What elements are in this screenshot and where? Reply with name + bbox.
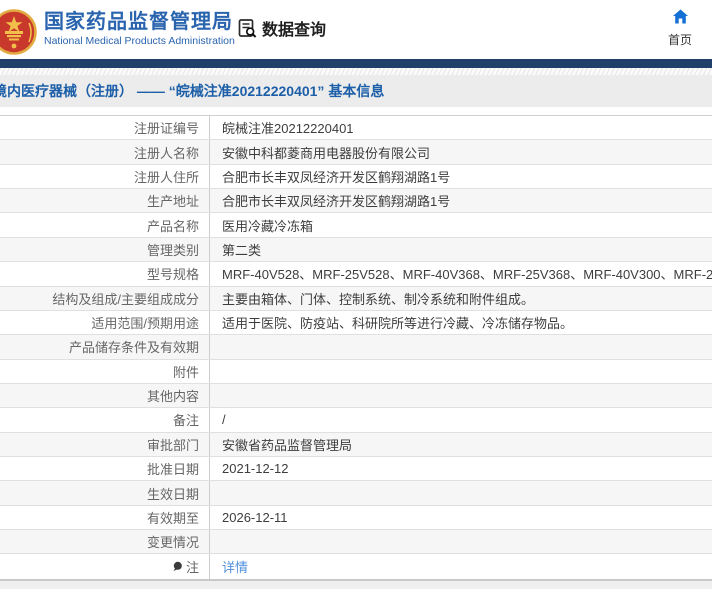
table-row-valid-until: 有效期至 2026-12-11 — [0, 505, 712, 531]
row-value — [210, 335, 712, 358]
row-label: 注册证编号 — [0, 116, 210, 140]
table-row-approval-date: 批准日期 2021-12-12 — [0, 457, 712, 482]
row-value: 2026-12-11 — [222, 509, 288, 525]
table-row-production-address: 生产地址 合肥市长丰双凤经济开发区鹤翔湖路1号 — [0, 189, 712, 214]
row-label: 其他内容 — [0, 383, 210, 408]
footer-band — [0, 579, 712, 589]
home-label: 首页 — [667, 33, 692, 47]
document-search-icon — [238, 18, 257, 38]
note-label-text: 注 — [185, 560, 199, 576]
table-row-structure-composition: 结构及组成/主要组成成分 主要由箱体、门体、控制系统、制冷系统和附件组成。 — [0, 286, 712, 311]
row-label: 批准日期 — [0, 457, 210, 481]
table-row-model-spec: 型号规格 MRF-40V528、MRF-25V528、MRF-40V368、MR… — [0, 262, 712, 287]
table-row-change-status: 变更情况 — [0, 530, 712, 555]
row-value: 第二类 — [222, 242, 262, 258]
table-row-intended-use: 适用范围/预期用途 适用于医院、防疫站、科研院所等进行冷藏、冷冻储存物品。 — [0, 310, 712, 336]
org-name-en: National Medical Products Administration — [44, 35, 235, 47]
row-label: 注册人名称 — [0, 140, 210, 164]
nmpa-logo-link[interactable]: 国家药品监督管理局 National Medical Products Admi… — [0, 0, 235, 59]
table-row-note: 注 详情 — [0, 554, 712, 579]
row-label: 生产地址 — [0, 189, 210, 213]
table-row-management-class: 管理类别 第二类 — [0, 237, 712, 263]
row-label: 注 — [0, 554, 210, 579]
details-link[interactable]: 详情 — [222, 557, 248, 576]
data-query-nav[interactable]: 数据查询 — [237, 16, 326, 40]
row-value — [210, 530, 712, 553]
breadcrumb-band: 境内医疗器械（注册） —— “皖械注准20212220401” 基本信息 — [0, 75, 712, 107]
row-value: 皖械注准20212220401 — [222, 121, 354, 137]
data-query-label: 数据查询 — [262, 22, 327, 39]
note-bubble-icon — [172, 561, 183, 572]
row-value: 医用冷藏冷冻箱 — [222, 218, 314, 234]
table-row-remarks: 备注 / — [0, 408, 712, 433]
row-value — [210, 360, 712, 383]
row-label: 备注 — [0, 408, 210, 432]
table-row-effective-date: 生效日期 — [0, 481, 712, 506]
row-label: 变更情况 — [0, 530, 210, 554]
brand-titles: 国家药品监督管理局 National Medical Products Admi… — [44, 11, 235, 48]
row-label: 有效期至 — [0, 505, 210, 530]
row-value: 适用于医院、防疫站、科研院所等进行冷藏、冷冻储存物品。 — [222, 316, 574, 332]
row-label: 结构及组成/主要组成成分 — [0, 286, 210, 310]
org-name-zh: 国家药品监督管理局 — [44, 11, 233, 33]
page-header: 国家药品监督管理局 National Medical Products Admi… — [0, 0, 712, 59]
row-label: 管理类别 — [0, 237, 210, 262]
table-row-registrant-address: 注册人住所 合肥市长丰双凤经济开发区鹤翔湖路1号 — [0, 164, 712, 190]
home-icon — [672, 9, 688, 24]
row-label: 产品名称 — [0, 213, 210, 237]
row-value — [210, 481, 712, 504]
row-value: 主要由箱体、门体、控制系统、制冷系统和附件组成。 — [222, 291, 535, 307]
navy-divider-bar — [0, 59, 712, 68]
row-label: 注册人住所 — [0, 164, 210, 189]
registration-info-table: 注册证编号 皖械注准20212220401 注册人名称 安徽中科都菱商用电器股份… — [0, 115, 712, 580]
row-label: 审批部门 — [0, 432, 210, 457]
row-value: / — [222, 412, 226, 428]
table-row-product-name: 产品名称 医用冷藏冷冻箱 — [0, 213, 712, 238]
row-label: 附件 — [0, 359, 210, 383]
row-value — [210, 384, 712, 407]
hatched-stripe-band — [0, 68, 712, 75]
national-emblem-icon — [0, 8, 37, 55]
home-nav[interactable]: 首页 — [660, 9, 700, 48]
table-row-attachments: 附件 — [0, 359, 712, 384]
spacer — [0, 107, 712, 115]
row-value: 2021-12-12 — [222, 461, 289, 477]
row-value: 合肥市长丰双凤经济开发区鹤翔湖路1号 — [222, 194, 451, 210]
row-value: 安徽中科都菱商用电器股份有限公司 — [222, 145, 431, 161]
breadcrumb: 境内医疗器械（注册） —— “皖械注准20212220401” 基本信息 — [0, 83, 385, 99]
row-label: 型号规格 — [0, 262, 210, 286]
row-value: 合肥市长丰双凤经济开发区鹤翔湖路1号 — [222, 169, 451, 185]
row-label: 生效日期 — [0, 481, 210, 505]
table-row-registrant-name: 注册人名称 安徽中科都菱商用电器股份有限公司 — [0, 140, 712, 165]
table-row-storage-conditions: 产品储存条件及有效期 — [0, 335, 712, 360]
row-value: 安徽省药品监督管理局 — [222, 437, 353, 453]
row-label: 产品储存条件及有效期 — [0, 335, 210, 359]
table-row-reg-cert-no: 注册证编号 皖械注准20212220401 — [0, 116, 712, 141]
row-label: 适用范围/预期用途 — [0, 310, 210, 335]
row-value: MRF-40V528、MRF-25V528、MRF-40V368、MRF-25V… — [222, 267, 712, 283]
table-row-other-content: 其他内容 — [0, 383, 712, 409]
table-row-approval-department: 审批部门 安徽省药品监督管理局 — [0, 432, 712, 458]
